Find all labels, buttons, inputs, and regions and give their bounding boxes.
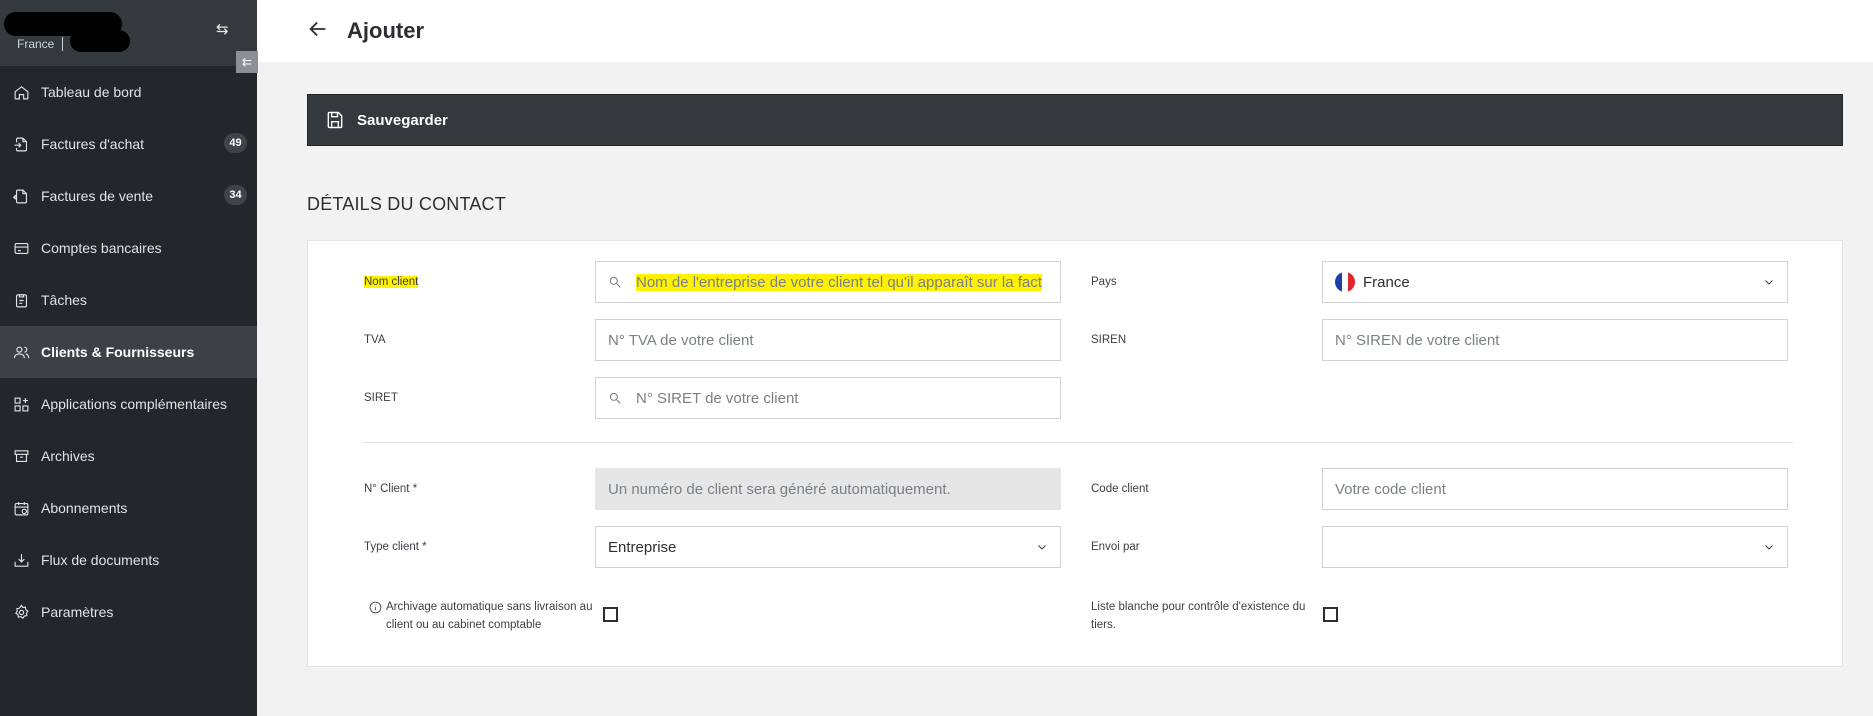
sidebar-item-label: Tâches [41, 292, 87, 308]
sidebar-item-parametres[interactable]: Paramètres [0, 586, 257, 638]
redacted-account-name [70, 30, 130, 52]
code-client-placeholder: Votre code client [1335, 480, 1446, 498]
pays-value: France [1363, 273, 1410, 291]
count-badge: 34 [224, 185, 247, 205]
count-badge: 49 [224, 133, 247, 153]
sidebar-item-comptes-bancaires[interactable]: Comptes bancaires [0, 222, 257, 274]
calendar-icon [12, 499, 30, 517]
archivage-label-line1: Archivage automatique sans livraison au [386, 601, 593, 613]
download-tray-icon [12, 551, 30, 569]
sidebar-item-abonnements[interactable]: Abonnements [0, 482, 257, 534]
chevron-down-icon [1763, 275, 1777, 289]
page-title: Ajouter [347, 18, 424, 43]
archivage-checkbox[interactable] [603, 607, 618, 622]
type-client-value: Entreprise [608, 538, 677, 556]
sidebar-header: France ⇆ [0, 0, 257, 66]
num-client-placeholder: Un numéro de client sera généré automati… [608, 480, 951, 498]
sidebar-item-applications[interactable]: Applications complémentaires [0, 378, 257, 430]
archivage-label-line2: client ou au cabinet comptable [386, 619, 542, 631]
file-export-icon [12, 187, 30, 205]
nom-client-placeholder: Nom de l'entreprise de votre client tel … [636, 273, 1042, 291]
clipboard-icon [12, 291, 30, 309]
sidebar-separator [62, 37, 63, 51]
code-client-label: Code client [1091, 483, 1149, 495]
search-icon [608, 391, 622, 405]
users-icon [12, 343, 30, 361]
france-flag-icon [1335, 272, 1355, 292]
sidebar-item-archives[interactable]: Archives [0, 430, 257, 482]
sidebar-item-tableau-de-bord[interactable]: Tableau de bord [0, 66, 257, 118]
sidebar-country: France [17, 37, 55, 51]
sidebar-item-label: Flux de documents [41, 552, 160, 568]
siren-placeholder: N° SIREN de votre client [1335, 331, 1500, 349]
save-icon [327, 111, 343, 129]
section-title: DÉTAILS DU CONTACT [307, 194, 506, 214]
siret-input[interactable]: N° SIRET de votre client [595, 377, 1061, 419]
sidebar-item-clients-fournisseurs[interactable]: Clients & Fournisseurs [0, 326, 257, 378]
liste-blanche-checkbox[interactable] [1323, 607, 1338, 622]
sidebar-item-factures-achat[interactable]: Factures d'achat 49 [0, 118, 257, 170]
siren-input[interactable]: N° SIREN de votre client [1322, 319, 1788, 361]
gear-icon [12, 603, 30, 621]
code-client-input[interactable]: Votre code client [1322, 468, 1788, 510]
home-icon [12, 83, 30, 101]
save-button[interactable]: Sauvegarder [307, 94, 1843, 146]
tva-label: TVA [364, 334, 386, 346]
sidebar-item-factures-vente[interactable]: Factures de vente 34 [0, 170, 257, 222]
sidebar-item-label: Abonnements [41, 500, 128, 516]
sidebar-item-label: Clients & Fournisseurs [41, 344, 195, 360]
sidebar-item-label: Comptes bancaires [41, 240, 162, 256]
collapse-sidebar-icon[interactable]: ⇇ [236, 51, 258, 73]
num-client-label: N° Client * [364, 483, 418, 495]
liste-blanche-label-line1: Liste blanche pour contrôle d'existence … [1091, 601, 1306, 613]
contact-details-card: Nom client Nom de l'entreprise de votre … [307, 240, 1843, 667]
sidebar-item-label: Tableau de bord [41, 84, 142, 100]
liste-blanche-label-line2: tiers. [1091, 619, 1116, 631]
type-client-select[interactable]: Entreprise [595, 526, 1061, 568]
archive-icon [12, 447, 30, 465]
sidebar-item-taches[interactable]: Tâches [0, 274, 257, 326]
switch-company-icon[interactable]: ⇆ [216, 20, 229, 38]
pays-label: Pays [1091, 276, 1117, 288]
siret-placeholder: N° SIRET de votre client [636, 389, 799, 407]
envoi-par-select[interactable] [1322, 526, 1788, 568]
nom-client-input[interactable]: Nom de l'entreprise de votre client tel … [595, 261, 1061, 303]
sidebar-item-flux-documents[interactable]: Flux de documents [0, 534, 257, 586]
sidebar-item-label: Archives [41, 448, 95, 464]
type-client-label: Type client * [364, 541, 427, 553]
apps-icon [12, 395, 30, 413]
form-divider [363, 442, 1793, 443]
chevron-down-icon [1763, 540, 1777, 554]
sidebar-item-label: Applications complémentaires [41, 396, 227, 412]
tva-input[interactable]: N° TVA de votre client [595, 319, 1061, 361]
info-icon[interactable] [369, 601, 382, 614]
top-bar: Ajouter [257, 0, 1873, 62]
num-client-input: Un numéro de client sera généré automati… [595, 468, 1061, 510]
nom-client-label: Nom client [364, 276, 419, 288]
credit-card-icon [12, 239, 30, 257]
pays-select[interactable]: France [1322, 261, 1788, 303]
siren-label: SIREN [1091, 334, 1127, 346]
chevron-down-icon [1036, 540, 1050, 554]
sidebar-item-label: Factures de vente [41, 188, 154, 204]
sidebar-item-label: Factures d'achat [41, 136, 145, 152]
liste-blanche-label: Liste blanche pour contrôle d'existence … [1091, 598, 1311, 634]
envoi-par-label: Envoi par [1091, 541, 1140, 553]
sidebar-item-label: Paramètres [41, 604, 114, 620]
file-import-icon [12, 135, 30, 153]
search-icon [608, 275, 622, 289]
tva-placeholder: N° TVA de votre client [608, 331, 754, 349]
back-arrow-icon[interactable] [307, 18, 331, 42]
sidebar: France ⇆ ⇇ Tableau de bord Factures d'ac… [0, 0, 258, 716]
siret-label: SIRET [364, 392, 398, 404]
save-label: Sauvegarder [357, 111, 448, 129]
archivage-label: Archivage automatique sans livraison au … [386, 598, 596, 634]
